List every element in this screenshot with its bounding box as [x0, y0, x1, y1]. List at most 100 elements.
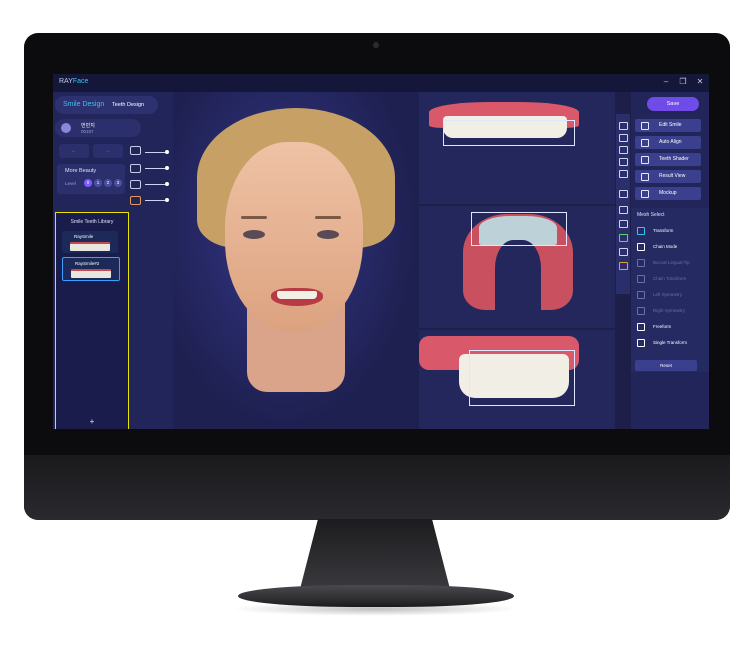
view-document-icon[interactable]	[619, 158, 628, 166]
transform-icon	[637, 227, 645, 235]
face-left-brow	[241, 216, 267, 219]
edit-smile-button[interactable]: Edit Smile	[635, 119, 701, 132]
view-layers-icon[interactable]	[619, 146, 628, 154]
view-copy-icon[interactable]	[619, 134, 628, 142]
app-brand: RAYFace	[59, 78, 88, 85]
auto-align-icon	[641, 139, 649, 147]
monitor-icon[interactable]	[619, 220, 628, 228]
mesh-item-label: Left Symmetry	[653, 292, 683, 297]
side-teeth-view[interactable]	[419, 330, 615, 429]
app-screen: RAYFace – ❐ ✕ Smile Design Teeth Design …	[53, 74, 709, 429]
face-right-brow	[315, 216, 341, 219]
more-beauty-box: More Beauty Level 0 1 2 3	[57, 164, 125, 194]
library-item-label: RaySmile	[74, 234, 94, 239]
level-0-button[interactable]: 0	[84, 179, 92, 187]
library-item[interactable]: RaySmile#2	[62, 257, 120, 281]
face-left-eye	[243, 230, 265, 239]
mesh-item-label: Single Transform	[653, 340, 688, 345]
view-single-icon[interactable]	[619, 122, 628, 130]
save-button[interactable]: Save	[647, 97, 699, 111]
user-name: 번민지	[81, 123, 95, 129]
right-symmetry-icon	[637, 307, 645, 315]
side-transform-box[interactable]	[469, 350, 575, 406]
library-item-label: RaySmile#2	[75, 261, 100, 266]
freeform-icon	[637, 323, 645, 331]
auto-align-button[interactable]: Auto Align	[635, 136, 701, 149]
result-view-label: Result View	[659, 173, 686, 179]
reset-button[interactable]: Reset	[635, 360, 697, 371]
mesh-item-label: Chain Transform	[653, 276, 687, 281]
restore-button[interactable]: ❐	[678, 77, 688, 86]
library-title: Smile Teeth Library	[70, 219, 114, 225]
pulse-icon[interactable]	[619, 248, 628, 256]
lips-icon	[130, 164, 141, 173]
mockup-label: Mockup	[659, 190, 677, 196]
slider-knob-2[interactable]	[165, 166, 169, 170]
user-id: 00157	[81, 129, 94, 134]
teeth-shader-button[interactable]: Teeth Shader	[635, 153, 701, 166]
chain-transform-icon	[637, 275, 645, 283]
user-card[interactable]: 번민지 00157	[55, 119, 141, 137]
face-3d-viewport[interactable]	[173, 92, 419, 429]
undo-button[interactable]: ←	[59, 144, 89, 158]
mockup-button[interactable]: Mockup	[635, 187, 701, 200]
lip-icon[interactable]	[619, 206, 628, 214]
cube-icon	[641, 190, 649, 198]
right-panel: Save Edit Smile Auto Align Teeth Shader …	[631, 92, 709, 429]
level-1-button[interactable]: 1	[94, 179, 102, 187]
face-right-eye	[317, 230, 339, 239]
more-beauty-label: More Beauty	[65, 168, 97, 174]
mesh-item-label: Right Symmetry	[653, 308, 686, 313]
stand-shadow	[230, 602, 520, 616]
slider-knob-3[interactable]	[165, 182, 169, 186]
occlusal-view[interactable]	[419, 206, 615, 328]
view-stack-icon[interactable]	[619, 170, 628, 178]
slider-track-4[interactable]	[145, 200, 167, 201]
mode-tabs: Smile Design Teeth Design	[55, 96, 158, 114]
mesh-item-label: Buccal-Lingual Tip	[653, 260, 690, 265]
edit-smile-label: Edit Smile	[659, 122, 682, 128]
teeth-thumbnail	[70, 242, 110, 251]
smile-icon	[130, 196, 141, 205]
webcam-icon	[373, 42, 379, 48]
minimize-button[interactable]: –	[661, 77, 671, 86]
slider-knob-4[interactable]	[165, 198, 169, 202]
smile-teeth-library: Smile Teeth Library RaySmile RaySmile#2 …	[55, 212, 129, 429]
mesh-select-panel: Mesh Select Transform Chain Mode Buccal-…	[631, 208, 709, 372]
level-2-button[interactable]: 2	[104, 179, 112, 187]
tab-teeth-design[interactable]: Teeth Design	[112, 102, 144, 108]
left-panel: Smile Design Teeth Design 번민지 00157 ← → …	[53, 92, 173, 429]
settings-icon[interactable]	[619, 190, 628, 198]
redo-button[interactable]: →	[93, 144, 123, 158]
brand-prefix: RAY	[59, 78, 73, 85]
monitor-stand-neck	[300, 519, 450, 589]
slider-knob-1[interactable]	[165, 150, 169, 154]
mesh-item-label: Chain Mode	[653, 244, 678, 249]
brand-suffix: Face	[72, 78, 89, 85]
auto-align-label: Auto Align	[659, 139, 682, 145]
slider-track-1[interactable]	[145, 152, 167, 153]
edit-smile-icon	[641, 122, 649, 130]
close-button[interactable]: ✕	[695, 77, 705, 86]
color-palette-icon[interactable]	[619, 234, 628, 242]
single-transform-icon	[637, 339, 645, 347]
tip-icon	[637, 259, 645, 267]
face-teeth	[277, 291, 317, 299]
level-3-button[interactable]: 3	[114, 179, 122, 187]
result-view-button[interactable]: Result View	[635, 170, 701, 183]
axis-icon[interactable]	[619, 262, 628, 270]
teeth-shader-label: Teeth Shader	[659, 156, 689, 162]
result-view-icon	[641, 173, 649, 181]
transform-box[interactable]	[443, 120, 575, 146]
monitor-chin	[24, 455, 730, 520]
slider-track-3[interactable]	[145, 184, 167, 185]
avatar	[61, 123, 71, 133]
add-library-button[interactable]: +	[56, 417, 128, 426]
face-outline-icon[interactable]	[130, 146, 141, 155]
front-teeth-view[interactable]	[419, 92, 615, 204]
arch-transform-box[interactable]	[471, 212, 567, 246]
slider-track-2[interactable]	[145, 168, 167, 169]
tab-smile-design[interactable]: Smile Design	[63, 101, 104, 108]
library-item[interactable]: RaySmile	[62, 231, 118, 253]
mesh-item-label: Transform	[653, 228, 674, 233]
